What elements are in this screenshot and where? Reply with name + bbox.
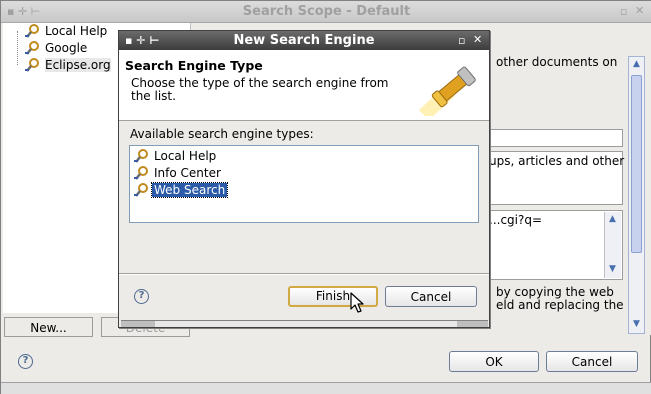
scroll-up-icon[interactable]: ▲ (606, 213, 619, 226)
close-icon[interactable]: ✕ (635, 4, 644, 17)
back-window-title: Search Scope - Default (242, 4, 411, 19)
list-item[interactable]: Local Help (134, 147, 218, 164)
mouse-cursor-icon (350, 292, 366, 316)
search-engine-icon (25, 57, 41, 73)
tree-item[interactable]: Eclipse.org (25, 57, 111, 73)
help-icon[interactable]: ? (18, 354, 33, 369)
tree-item-label: Eclipse.org (45, 58, 111, 72)
banner-heading: Search Engine Type (125, 58, 263, 73)
new-search-engine-dialog: ▪ ✛ ⊢ New Search Engine ▫ ✕ Search Engin… (118, 30, 490, 328)
new-button[interactable]: New... (4, 317, 93, 337)
details-text: by copying the web (496, 285, 614, 299)
close-icon[interactable]: ✕ (473, 33, 482, 46)
dialog-horizontal-scrollbar[interactable] (121, 320, 488, 327)
cancel-button[interactable]: Cancel (385, 286, 477, 307)
list-item-selected[interactable]: Web Search (134, 181, 229, 198)
details-text: ups, articles and other (489, 154, 625, 168)
search-engine-icon (134, 182, 150, 198)
url-field[interactable]: ...cgi?q= ▲ ▼ (487, 210, 623, 280)
dialog-banner: Search Engine Type Choose the type of th… (119, 50, 489, 121)
help-icon[interactable]: ? (134, 289, 149, 304)
details-scrollbar[interactable]: ▲ ▼ (628, 56, 645, 334)
list-item-label: Web Search (150, 181, 229, 198)
details-text: eld and replacing the (496, 298, 624, 312)
maximize-icon[interactable]: ▫ (620, 5, 627, 18)
ok-button[interactable]: OK (449, 351, 539, 372)
engine-types-list[interactable]: Local Help Info Center Web Search (129, 145, 479, 223)
dialog-titlebar[interactable]: ▪ ✛ ⊢ New Search Engine ▫ ✕ (119, 31, 489, 50)
dialog-title: New Search Engine (233, 33, 375, 48)
url-field-scrollbar[interactable]: ▲ ▼ (604, 212, 621, 278)
description-field[interactable]: ups, articles and other (487, 151, 625, 205)
list-item-label: Local Help (154, 148, 217, 163)
search-engine-icon (134, 165, 150, 181)
scroll-up-icon[interactable]: ▲ (630, 58, 643, 71)
tree-guide-line (17, 31, 18, 65)
flashlight-icon (415, 56, 487, 120)
back-bottom-scrollbar[interactable] (1, 382, 651, 394)
back-titlebar: ▪ ✛ ⊢ Search Scope - Default ▫ ✕ (1, 1, 651, 23)
search-engine-icon (25, 23, 41, 39)
list-item[interactable]: Info Center (134, 164, 223, 181)
details-text: other documents on (496, 55, 618, 69)
search-engine-icon (134, 148, 150, 164)
search-engine-icon (25, 40, 41, 56)
details-text: ...cgi?q= (489, 213, 543, 227)
tree-item-label: Local Help (45, 24, 108, 38)
banner-description: Choose the type of the search engine fro… (131, 76, 389, 103)
tree-item-label: Google (45, 41, 88, 55)
details-field[interactable] (487, 129, 623, 147)
list-item-label: Info Center (154, 165, 221, 180)
scroll-down-icon[interactable]: ▼ (606, 263, 619, 276)
scroll-down-icon[interactable]: ▼ (630, 318, 643, 331)
dialog-separator (119, 273, 489, 275)
tree-item[interactable]: Local Help (25, 23, 107, 39)
tree-item[interactable]: Google (25, 40, 87, 56)
cancel-button[interactable]: Cancel (546, 351, 638, 372)
types-label: Available search engine types: (130, 127, 314, 141)
scroll-thumb[interactable] (155, 321, 457, 327)
scroll-thumb[interactable] (631, 75, 642, 253)
maximize-icon[interactable]: ▫ (458, 34, 465, 47)
